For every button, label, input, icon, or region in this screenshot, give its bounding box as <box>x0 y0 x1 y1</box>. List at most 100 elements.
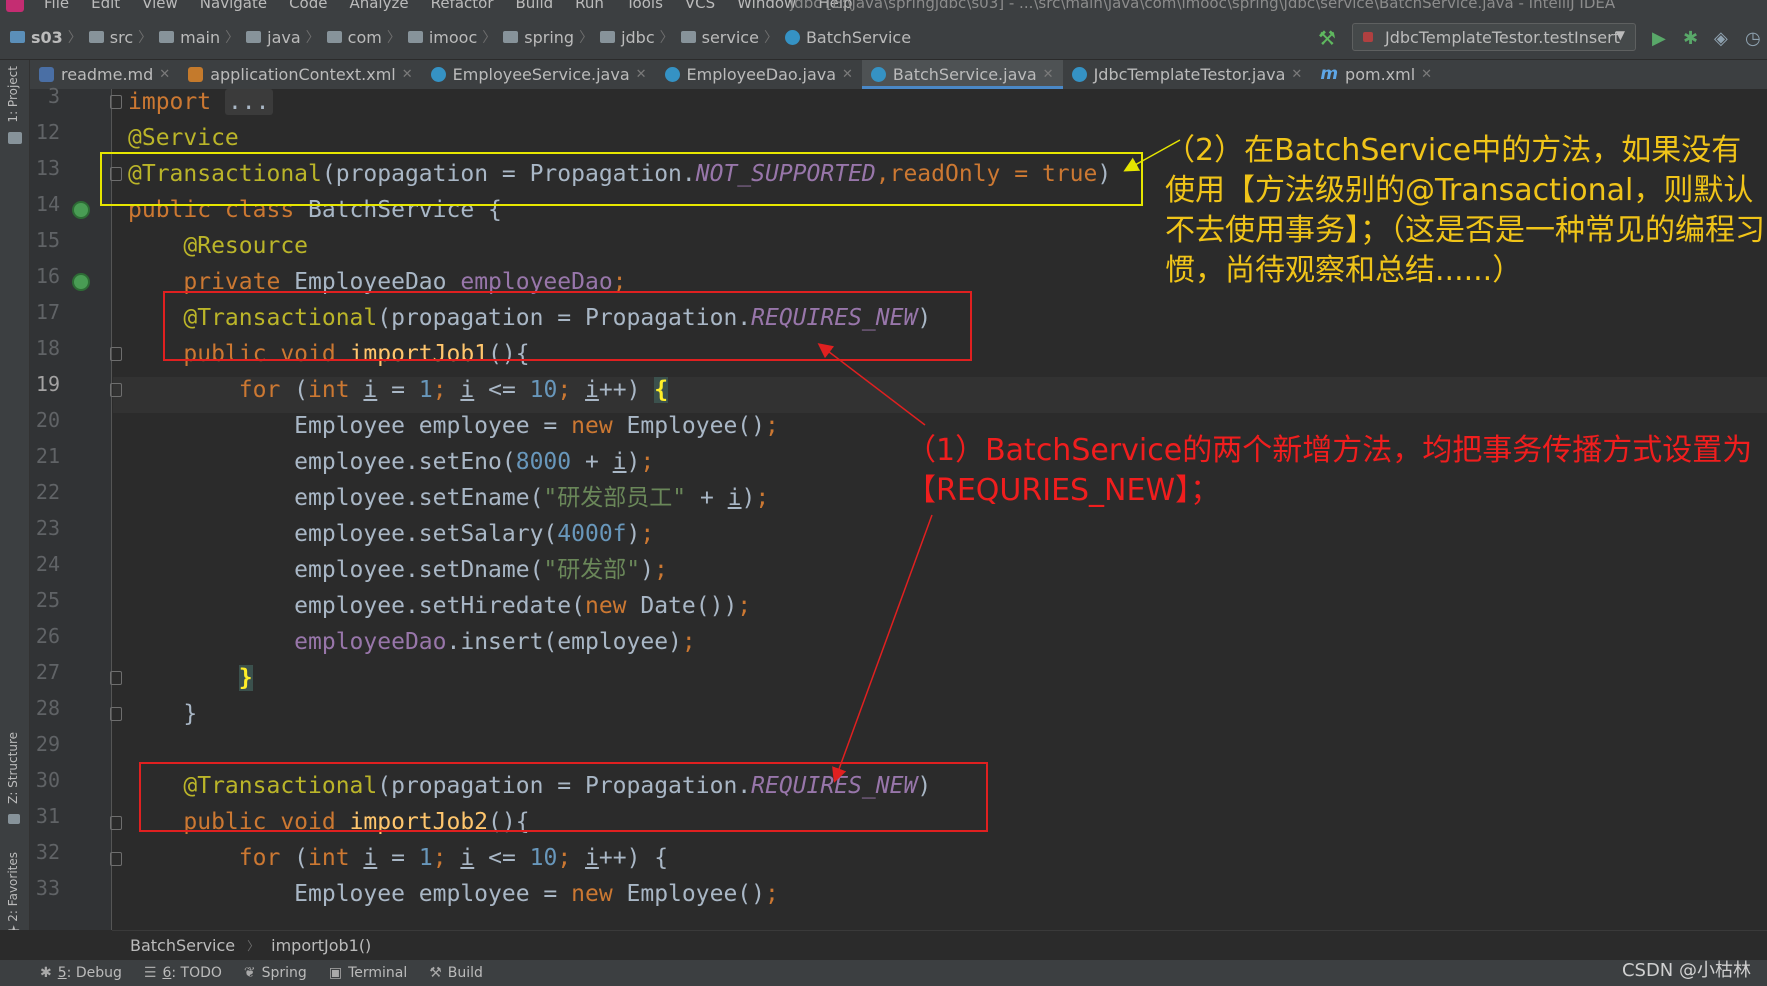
maven-icon: m <box>1320 64 1339 84</box>
menu-navigate[interactable]: Navigate <box>200 0 267 12</box>
menu-file[interactable]: File <box>44 0 69 12</box>
code-line-20: Employee employee = new Employee(); <box>294 413 779 439</box>
chevron-right-icon: 〉 <box>659 30 674 46</box>
tab-pom[interactable]: m pom.xml ✕ <box>1311 60 1441 89</box>
menu-build[interactable]: Build <box>516 0 554 12</box>
line-number: 23 <box>35 516 60 540</box>
line-number: 17 <box>35 300 60 324</box>
markdown-file-icon <box>39 67 54 82</box>
menu-code[interactable]: Code <box>289 0 327 12</box>
crumb-jdbc[interactable]: jdbc 〉 <box>600 27 681 47</box>
code-line-15: @Resource <box>183 233 309 259</box>
menu-tools[interactable]: Tools <box>626 0 663 12</box>
run-configuration-select[interactable]: JdbcTemplateTestor.testInsert ▼ <box>1352 23 1636 51</box>
line-number: 32 <box>35 840 60 864</box>
line-number: 26 <box>35 624 60 648</box>
matched-brace: { <box>654 377 669 403</box>
line-number: 14 <box>35 192 60 216</box>
structure-icon <box>8 814 20 824</box>
crumb-java[interactable]: java 〉 <box>246 27 327 47</box>
crumb-batchservice[interactable]: BatchService <box>784 28 911 47</box>
tab-batch-service[interactable]: BatchService.java ✕ <box>861 60 1063 89</box>
profile-icon[interactable]: ◷ <box>1745 28 1761 49</box>
code-line-13: @Transactional(propagation = Propagation… <box>128 161 1112 187</box>
build-tool-button[interactable]: ⚒ Build <box>429 965 483 981</box>
close-icon[interactable]: ✕ <box>159 67 170 82</box>
close-icon[interactable]: ✕ <box>1043 67 1054 82</box>
crumb-service[interactable]: service 〉 <box>680 27 785 47</box>
todo-tool-button[interactable]: ☰ 6: TODO <box>144 965 222 981</box>
menu-refactor[interactable]: Refactor <box>431 0 494 12</box>
crumb-main[interactable]: main 〉 <box>159 27 246 47</box>
build-hammer-icon[interactable]: ⚒ <box>1318 26 1336 50</box>
crumb-method[interactable]: importJob1() <box>271 936 371 955</box>
path-breadcrumb: s03 〉 src 〉 main 〉 java 〉 com 〉 imooc 〉 spring… <box>10 27 911 47</box>
code-line-25: employee.setHiredate(new Date()); <box>294 593 752 619</box>
crumb-com[interactable]: com 〉 <box>326 27 408 47</box>
debug-icon[interactable]: ✱ <box>1683 28 1698 49</box>
bug-icon: ✱ <box>40 965 52 981</box>
menu-edit[interactable]: Edit <box>91 0 120 12</box>
footer-left-spacer <box>0 930 112 960</box>
crumb-project[interactable]: s03 〉 <box>10 27 89 47</box>
matched-brace: } <box>238 665 253 691</box>
close-icon[interactable]: ✕ <box>1291 67 1302 82</box>
project-folder-icon <box>8 132 22 144</box>
code-line-16: private EmployeeDao employeeDao; <box>183 269 627 295</box>
close-icon[interactable]: ✕ <box>636 67 647 82</box>
close-icon[interactable]: ✕ <box>1421 67 1432 82</box>
crumb-imooc[interactable]: imooc 〉 <box>407 27 503 47</box>
code-line-14: public class BatchService { <box>128 197 502 223</box>
menu-bar: File Edit View Navigate Code Analyze Ref… <box>0 0 1767 14</box>
favorites-tool-button[interactable]: 2: Favorites <box>6 852 20 922</box>
line-number: 24 <box>35 552 60 576</box>
line-number: 33 <box>35 876 60 900</box>
spring-tool-button[interactable]: ❦ Spring <box>244 965 307 981</box>
line-number: 30 <box>35 768 60 792</box>
tab-employee-dao[interactable]: EmployeeDao.java ✕ <box>656 60 862 89</box>
crumb-class[interactable]: BatchService <box>130 936 235 955</box>
close-icon[interactable]: ✕ <box>842 67 853 82</box>
menu-view[interactable]: View <box>142 0 178 12</box>
chevron-right-icon: 〉 <box>579 30 594 46</box>
code-line-22: employee.setEname("研发部员工" + i); <box>294 485 770 511</box>
line-number: 12 <box>35 120 60 144</box>
class-icon <box>1071 67 1087 82</box>
code-line-26: employeeDao.insert(employee); <box>294 629 696 655</box>
code-line-28: } <box>183 701 198 727</box>
tab-jdbc-template-testor[interactable]: JdbcTemplateTestor.java ✕ <box>1063 60 1312 89</box>
line-number: 27 <box>35 660 60 684</box>
folded-imports[interactable]: ... <box>224 89 273 115</box>
code-line-31: public void importJob2(){ <box>183 809 530 835</box>
list-icon: ☰ <box>143 965 157 981</box>
menu-vcs[interactable]: VCS <box>685 0 715 12</box>
menu-window[interactable]: Window <box>737 0 796 12</box>
run-icon[interactable]: ▶ <box>1652 28 1666 49</box>
menu-run[interactable]: Run <box>575 0 604 12</box>
terminal-icon: ▣ <box>328 965 343 981</box>
menu-analyze[interactable]: Analyze <box>349 0 408 12</box>
debug-tool-button[interactable]: ✱ 5: Debug <box>40 965 122 981</box>
spring-bean-icon[interactable] <box>72 201 90 219</box>
close-icon[interactable]: ✕ <box>402 67 413 82</box>
code-line-23: employee.setSalary(4000f); <box>294 521 655 547</box>
spring-bean-icon[interactable] <box>72 273 90 291</box>
folder-icon <box>503 31 519 43</box>
line-number: 16 <box>35 264 60 288</box>
chevron-right-icon: 〉 <box>763 30 778 46</box>
crumb-spring[interactable]: spring 〉 <box>503 27 600 47</box>
line-number: 3 <box>47 84 60 108</box>
project-tool-button[interactable]: 1: Project <box>6 66 20 123</box>
terminal-tool-button[interactable]: ▣ Terminal <box>329 965 407 981</box>
chevron-right-icon: 〉 <box>247 939 260 953</box>
navigation-bar: s03 〉 src 〉 main 〉 java 〉 com 〉 imooc 〉 spring… <box>0 14 1767 60</box>
folder-icon <box>407 31 423 43</box>
menu-items: File Edit View Navigate Code Analyze Ref… <box>44 0 875 12</box>
structure-tool-button[interactable]: Z: Structure <box>6 732 20 804</box>
tab-employee-service[interactable]: EmployeeService.java ✕ <box>422 60 656 89</box>
crumb-src[interactable]: src 〉 <box>88 27 159 47</box>
line-number: 22 <box>35 480 60 504</box>
code-line-12: @Service <box>128 125 239 151</box>
coverage-icon[interactable]: ◈ <box>1714 28 1728 49</box>
